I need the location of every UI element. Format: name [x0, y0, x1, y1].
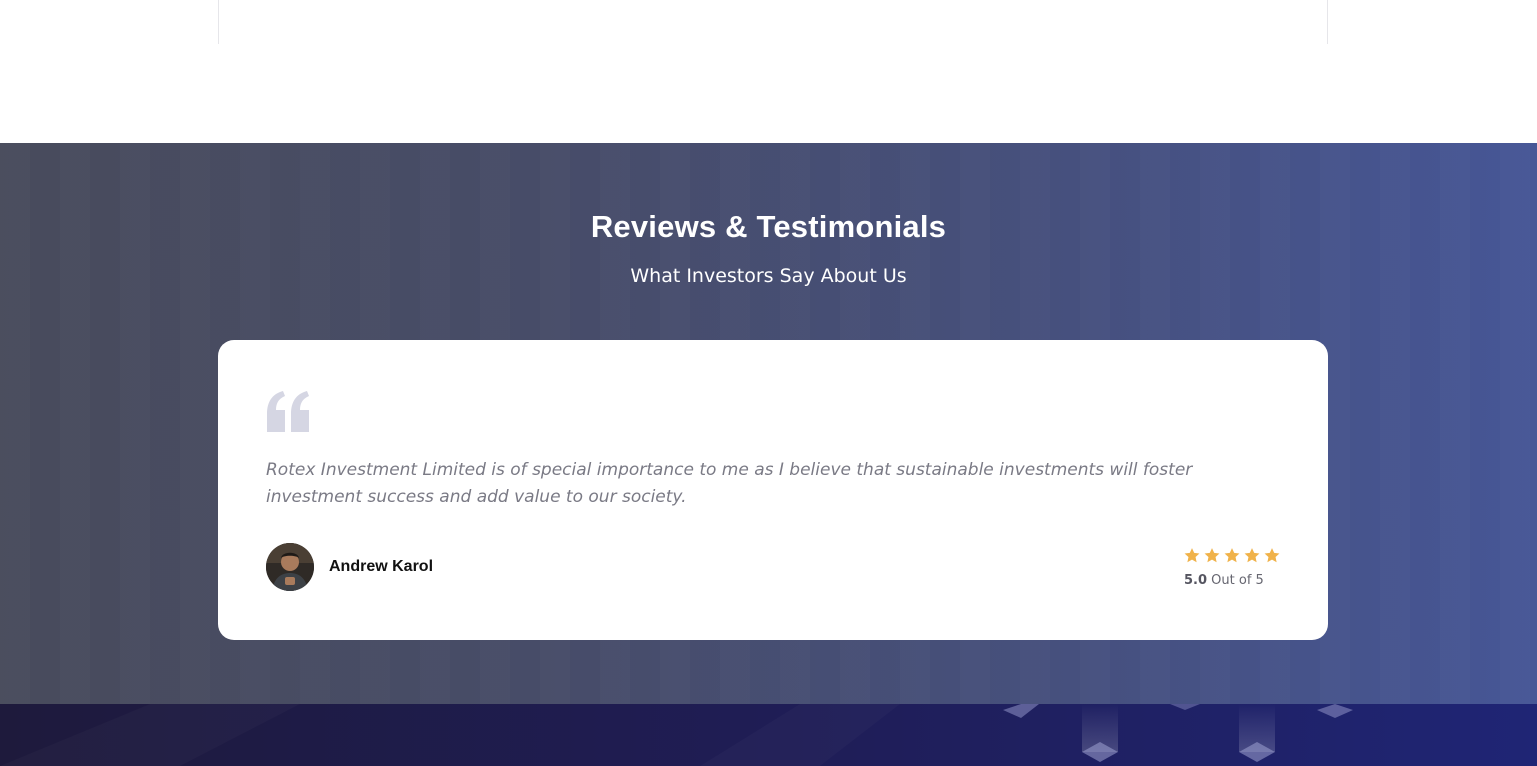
rating-text: 5.0 Out of 5	[1184, 573, 1264, 588]
quote-icon	[267, 391, 309, 432]
testimonial-text: Rotex Investment Limited is of special i…	[266, 460, 1193, 507]
container-divider-left	[218, 0, 219, 44]
container-divider-right	[1327, 0, 1328, 44]
star-icon	[1244, 548, 1260, 563]
rating-score: 5.0	[1184, 573, 1208, 588]
rating-stars	[1183, 547, 1281, 564]
footer-section	[0, 704, 1537, 766]
top-area	[0, 0, 1537, 143]
star-icon	[1204, 548, 1220, 563]
avatar	[266, 543, 314, 591]
reviews-section: Reviews & Testimonials What Investors Sa…	[0, 143, 1537, 704]
section-title: Reviews & Testimonials	[590, 209, 947, 244]
section-subtitle: What Investors Say About Us	[630, 265, 907, 287]
author-name: Andrew Karol	[329, 558, 434, 575]
star-icon	[1184, 548, 1200, 563]
footer-decoration	[1003, 704, 1353, 762]
star-icon	[1264, 548, 1280, 563]
rating-suffix: Out of 5	[1207, 573, 1264, 588]
testimonial-card: Rotex Investment Limited is of special i…	[218, 340, 1328, 640]
star-icon	[1224, 548, 1240, 563]
